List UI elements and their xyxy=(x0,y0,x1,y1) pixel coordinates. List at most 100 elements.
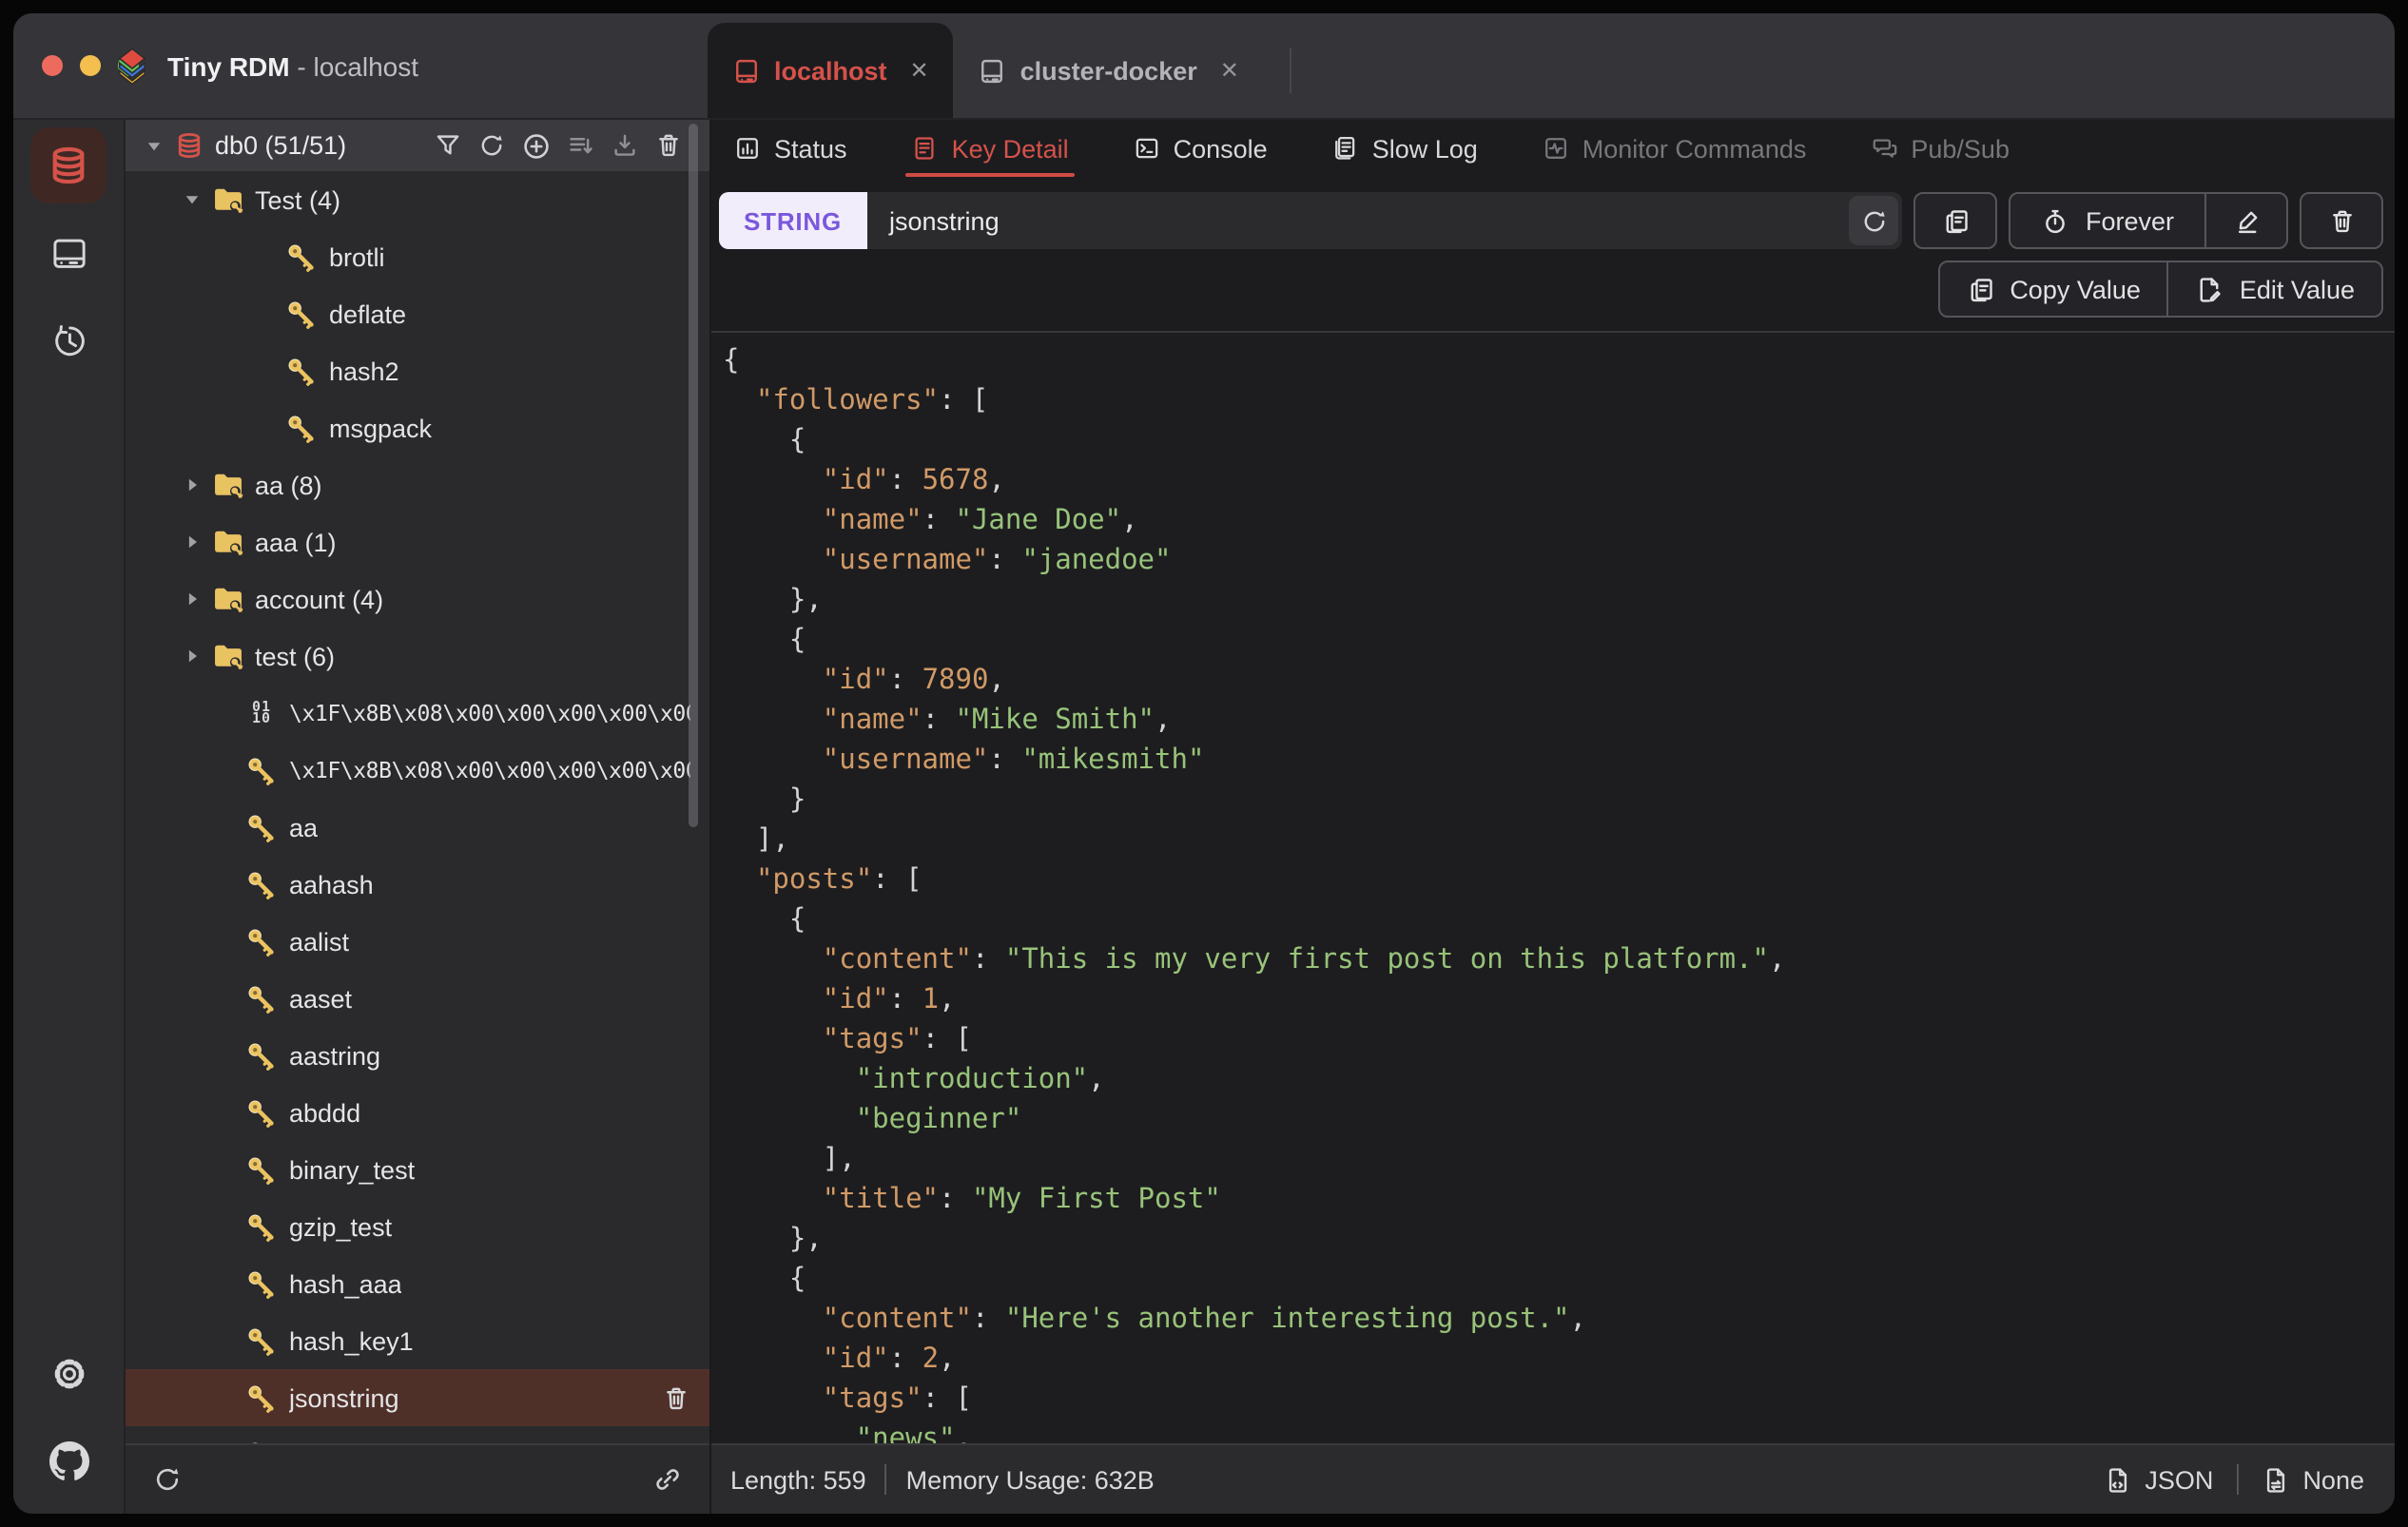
tab-label: Console xyxy=(1173,134,1268,163)
database-label: db0 (51/51) xyxy=(215,131,347,160)
tree-key-row[interactable]: hash_aaa xyxy=(126,1255,709,1312)
sidebar-item-databases[interactable] xyxy=(30,127,107,203)
tree-key-row[interactable]: \x1F\x8B\x08\x00\x00\x00\x00\x00... xyxy=(126,742,709,799)
tree-folder-row[interactable]: aa (8) xyxy=(126,456,709,513)
import-icon[interactable] xyxy=(611,131,639,160)
close-tab-icon[interactable]: ✕ xyxy=(1220,57,1239,84)
tree-key-row[interactable]: hash2 xyxy=(126,342,709,399)
folder-key-icon xyxy=(211,183,245,217)
filter-icon[interactable] xyxy=(434,131,462,160)
tree-key-row[interactable]: jsonstring2 xyxy=(126,1426,709,1443)
tree-item-label: gzip_test xyxy=(289,1212,393,1241)
reload-key-icon[interactable] xyxy=(1849,196,1899,245)
add-key-icon[interactable] xyxy=(521,130,552,161)
folder-key-icon xyxy=(211,468,245,502)
tree-item-label: jsonstring xyxy=(289,1383,399,1412)
tree-key-row[interactable]: abddd xyxy=(126,1084,709,1141)
delete-key-button[interactable] xyxy=(2300,192,2383,249)
tab-slow-log[interactable]: Slow Log xyxy=(1332,120,1478,177)
github-button[interactable] xyxy=(30,1422,107,1498)
tree-key-row[interactable]: gzip_test xyxy=(126,1198,709,1255)
key-icon xyxy=(285,298,318,330)
caret-right-icon[interactable] xyxy=(183,647,202,666)
tree-folder-row[interactable]: aaa (1) xyxy=(126,513,709,570)
tree-key-row[interactable]: aalist xyxy=(126,913,709,970)
edit-value-button[interactable]: Edit Value xyxy=(2166,261,2383,318)
tree-key-row[interactable]: msgpack xyxy=(126,399,709,456)
caret-right-icon[interactable] xyxy=(183,590,202,609)
tree-item-label: \x1F\x8B\x08\x00\x00\x00\x00\x00... xyxy=(289,700,690,726)
tree-key-row[interactable]: hash_key1 xyxy=(126,1312,709,1369)
tree-item-label: aaset xyxy=(289,984,353,1013)
tree-key-row[interactable]: aa xyxy=(126,799,709,856)
sidebar-item-server[interactable] xyxy=(30,215,107,291)
tree-key-row[interactable]: binary_test xyxy=(126,1141,709,1198)
close-tab-icon[interactable]: ✕ xyxy=(910,57,929,84)
json-editor[interactable]: { "followers": [ { "id": 5678, "name": "… xyxy=(711,331,2395,1443)
key-name-input[interactable]: jsonstring xyxy=(866,192,1903,249)
tree-key-row[interactable]: aaset xyxy=(126,970,709,1027)
tree-key-row[interactable]: aahash xyxy=(126,856,709,913)
tab-key-detail[interactable]: Key Detail xyxy=(905,120,1074,177)
tree-folder-row[interactable]: account (4) xyxy=(126,570,709,628)
tab-localhost[interactable]: localhost ✕ xyxy=(708,23,954,118)
tree-key-row[interactable]: aastring xyxy=(126,1027,709,1084)
flush-db-icon[interactable] xyxy=(654,131,683,160)
tab-status[interactable]: Status xyxy=(734,120,847,177)
rename-key-button[interactable] xyxy=(2204,192,2288,249)
ttl-button[interactable]: Forever xyxy=(2009,192,2206,249)
tab-label: Monitor Commands xyxy=(1582,134,1807,163)
tree-key-row[interactable]: 0110 \x1F\x8B\x08\x00\x00\x00\x00\x00... xyxy=(126,685,709,742)
key-icon xyxy=(245,1096,278,1129)
view-format-selector[interactable]: JSON xyxy=(2103,1465,2213,1494)
copy-icon xyxy=(1966,275,1994,303)
key-icon xyxy=(245,1324,278,1357)
gear-icon xyxy=(49,1353,88,1393)
settings-button[interactable] xyxy=(30,1335,107,1411)
sidebar-item-history[interactable] xyxy=(30,302,107,378)
app-title: Tiny RDM - localhost xyxy=(112,13,418,118)
database-icon xyxy=(175,131,204,160)
tree-key-row[interactable]: jsonstring xyxy=(126,1369,709,1426)
tab-label: Status xyxy=(774,134,847,163)
reload-keys-icon[interactable] xyxy=(152,1464,183,1495)
detail-panel: Status Key Detail Console Slow Log Monit… xyxy=(711,120,2395,1514)
tree-key-row[interactable]: deflate xyxy=(126,285,709,342)
tab-label: Pub/Sub xyxy=(1911,134,2010,163)
tab-pub-sub[interactable]: Pub/Sub xyxy=(1871,120,2010,177)
tab-monitor-commands[interactable]: Monitor Commands xyxy=(1543,120,1807,177)
edit-value-label: Edit Value xyxy=(2239,275,2355,303)
caret-right-icon[interactable] xyxy=(183,475,202,494)
history-clock-icon xyxy=(49,320,88,360)
tree-folder-row[interactable]: test (6) xyxy=(126,628,709,685)
tree-key-row[interactable]: brotli xyxy=(126,228,709,285)
sort-icon[interactable] xyxy=(567,131,595,160)
detail-tabs: Status Key Detail Console Slow Log Monit… xyxy=(711,120,2395,177)
tree-scrollbar[interactable] xyxy=(689,124,698,827)
tree-item-label: jsonstring2 xyxy=(289,1440,414,1443)
connection-tabs: localhost ✕ cluster-docker ✕ xyxy=(708,23,1292,118)
tab-cluster-docker[interactable]: cluster-docker ✕ xyxy=(954,23,1264,118)
key-icon xyxy=(245,982,278,1015)
app-window: Tiny RDM - localhost localhost ✕ cluster… xyxy=(13,13,2395,1514)
server-icon xyxy=(732,56,761,85)
copy-key-button[interactable] xyxy=(1913,192,1998,249)
minimize-window-button[interactable] xyxy=(80,55,101,76)
row-trash-icon[interactable] xyxy=(662,1383,690,1412)
tab-console[interactable]: Console xyxy=(1134,120,1268,177)
link-icon[interactable] xyxy=(652,1464,683,1495)
caret-down-icon[interactable] xyxy=(183,190,202,209)
decode-selector[interactable]: None xyxy=(2261,1465,2364,1494)
refresh-icon[interactable] xyxy=(477,131,506,160)
view-format-value: JSON xyxy=(2145,1465,2214,1494)
caret-right-icon[interactable] xyxy=(183,532,202,551)
caret-down-icon[interactable] xyxy=(145,136,164,155)
copy-value-button[interactable]: Copy Value xyxy=(1937,261,2169,318)
folder-key-icon xyxy=(211,525,245,559)
key-icon xyxy=(245,868,278,900)
key-icon xyxy=(285,355,318,387)
tree-folder-row[interactable]: Test (4) xyxy=(126,171,709,228)
close-window-button[interactable] xyxy=(42,55,63,76)
github-icon xyxy=(49,1440,88,1480)
database-header-row[interactable]: db0 (51/51) xyxy=(126,120,709,171)
